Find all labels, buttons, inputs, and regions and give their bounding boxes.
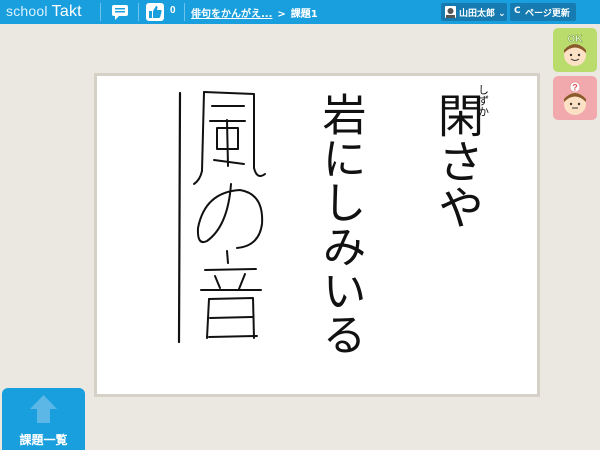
question-face-icon: ? bbox=[564, 81, 586, 115]
user-name: 山田太郎 ⌄ bbox=[459, 9, 506, 19]
avatar bbox=[445, 6, 456, 18]
ok-face-icon: OK bbox=[564, 34, 586, 66]
breadcrumb-current: 課題1 bbox=[290, 9, 318, 20]
worksheet-canvas[interactable]: しずか 閑さや 岩にしみいる bbox=[94, 73, 540, 397]
haiku-line-1: しずか 閑さや bbox=[431, 84, 490, 230]
user-menu-button[interactable]: 山田太郎 ⌄ bbox=[441, 3, 507, 21]
like-button[interactable] bbox=[146, 3, 164, 21]
haiku-drawing: しずか 閑さや 岩にしみいる bbox=[177, 84, 490, 356]
divider bbox=[100, 3, 101, 21]
assignment-list-button[interactable]: 課題一覧 bbox=[2, 388, 85, 450]
breadcrumb: 俳句をかんがえ... > 課題1 bbox=[191, 9, 318, 20]
divider bbox=[138, 3, 139, 21]
ok-reaction-button[interactable]: OK bbox=[553, 28, 597, 72]
haiku-line-2: 岩にしみいる bbox=[315, 92, 366, 356]
assignment-list-label: 課題一覧 bbox=[19, 433, 68, 447]
refresh-label: ページ更新 bbox=[525, 9, 570, 19]
page-refresh-button[interactable]: C ページ更新 bbox=[510, 3, 576, 21]
haiku-line-3-handwritten bbox=[177, 91, 266, 344]
svg-text:OK: OK bbox=[568, 34, 584, 45]
breadcrumb-assignment-link[interactable]: 俳句をかんがえ... bbox=[191, 9, 272, 20]
haiku-line-text: 閑さや bbox=[431, 92, 485, 230]
app-logo: school Takt bbox=[6, 3, 82, 20]
like-count: 0 bbox=[170, 5, 176, 16]
refresh-icon: C bbox=[514, 6, 521, 16]
chevron-down-icon: ⌄ bbox=[498, 9, 506, 19]
thumbs-up-icon bbox=[149, 5, 162, 19]
up-arrow-icon bbox=[30, 395, 57, 423]
chat-icon[interactable] bbox=[110, 3, 130, 21]
question-reaction-button[interactable]: ? bbox=[553, 76, 597, 120]
top-bar: school Takt 0 俳句をかんがえ... > 課題1 山田太郎 ⌄ C ペー bbox=[0, 0, 600, 24]
haiku-line-text: 岩にしみいる bbox=[315, 92, 366, 356]
svg-text:?: ? bbox=[572, 83, 578, 93]
divider bbox=[184, 3, 185, 21]
